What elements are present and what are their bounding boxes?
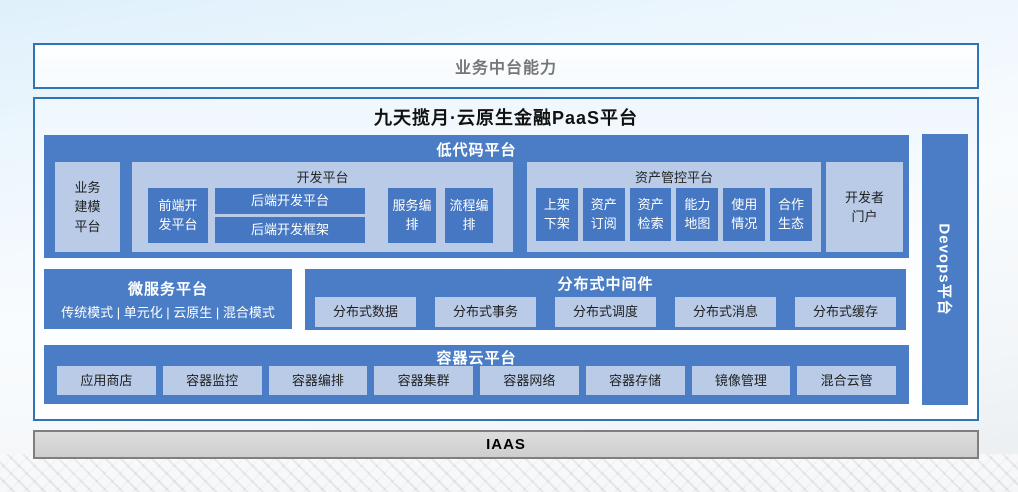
paas-platform-panel: 九天揽月·云原生金融PaaS平台 低代码平台 业务建模平台 开发平台 前端开发平… <box>33 97 979 421</box>
iaas-bar: IAAS <box>33 430 979 459</box>
architecture-diagram-canvas: 业务中台能力 九天揽月·云原生金融PaaS平台 低代码平台 业务建模平台 开发平… <box>0 0 1018 492</box>
asset-governance-panel: 资产管控平台 上架下架 资产订阅 资产检索 能力地图 使用情况 合作生态 <box>527 162 821 252</box>
business-midplatform-label: 业务中台能力 <box>455 54 557 78</box>
container-item-storage: 容器存储 <box>586 366 685 395</box>
dev-platform-title: 开发平台 <box>132 167 513 186</box>
container-item-monitoring: 容器监控 <box>163 366 262 395</box>
container-cloud-title: 容器云平台 <box>44 347 909 368</box>
container-item-cluster: 容器集群 <box>374 366 473 395</box>
container-cloud-items: 应用商店 容器监控 容器编排 容器集群 容器网络 容器存储 镜像管理 混合云管 <box>44 366 909 395</box>
business-midplatform-banner: 业务中台能力 <box>33 43 979 89</box>
container-item-orchestration: 容器编排 <box>269 366 368 395</box>
distributed-middleware-title: 分布式中间件 <box>305 273 906 294</box>
distributed-middleware-band: 分布式中间件 分布式数据 分布式事务 分布式调度 分布式消息 分布式缓存 <box>305 269 906 330</box>
container-item-image-mgmt: 镜像管理 <box>692 366 791 395</box>
backend-stack: 后端开发平台 后端开发框架 <box>215 188 365 243</box>
developer-portal-box: 开发者门户 <box>826 162 903 252</box>
container-item-hybrid-cloud: 混合云管 <box>797 366 896 395</box>
middleware-item-cache: 分布式缓存 <box>795 297 896 327</box>
backend-dev-framework-box: 后端开发框架 <box>215 217 365 243</box>
asset-governance-items: 上架下架 资产订阅 资产检索 能力地图 使用情况 合作生态 <box>527 188 821 241</box>
platform-title: 九天揽月·云原生金融PaaS平台 <box>35 104 977 130</box>
backend-dev-platform-box: 后端开发平台 <box>215 188 365 214</box>
lowcode-platform-band: 低代码平台 业务建模平台 开发平台 前端开发平台 后端开发平台 后端开发框架 服… <box>44 135 909 258</box>
lowcode-platform-title: 低代码平台 <box>44 139 909 160</box>
distributed-middleware-items: 分布式数据 分布式事务 分布式调度 分布式消息 分布式缓存 <box>305 297 906 327</box>
iaas-label: IAAS <box>486 436 526 453</box>
process-orchestration-box: 流程编排 <box>445 188 493 243</box>
container-item-network: 容器网络 <box>480 366 579 395</box>
microservice-platform-title: 微服务平台 <box>128 278 208 299</box>
asset-item-subscription: 资产订阅 <box>583 188 625 241</box>
frontend-dev-platform-box: 前端开发平台 <box>148 188 208 243</box>
asset-item-onboard-offboard: 上架下架 <box>536 188 578 241</box>
middleware-item-messaging: 分布式消息 <box>675 297 776 327</box>
service-orchestration-box: 服务编排 <box>388 188 436 243</box>
microservice-platform-modes: 传统模式 | 单元化 | 云原生 | 混合模式 <box>61 302 275 321</box>
background-texture <box>0 454 1018 492</box>
middleware-item-data: 分布式数据 <box>315 297 416 327</box>
asset-item-search: 资产检索 <box>630 188 672 241</box>
microservice-platform-box: 微服务平台 传统模式 | 单元化 | 云原生 | 混合模式 <box>44 269 292 329</box>
container-item-app-store: 应用商店 <box>57 366 156 395</box>
devops-platform-bar: Devops平台 <box>922 134 968 405</box>
middleware-item-transaction: 分布式事务 <box>435 297 536 327</box>
business-modeling-platform-box: 业务建模平台 <box>55 162 120 252</box>
container-cloud-band: 容器云平台 应用商店 容器监控 容器编排 容器集群 容器网络 容器存储 镜像管理… <box>44 345 909 404</box>
dev-platform-panel: 开发平台 前端开发平台 后端开发平台 后端开发框架 服务编排 流程编排 <box>132 162 513 252</box>
devops-platform-label: Devops平台 <box>935 223 956 315</box>
asset-governance-title: 资产管控平台 <box>527 167 821 186</box>
asset-item-ecosystem: 合作生态 <box>770 188 812 241</box>
middleware-item-scheduling: 分布式调度 <box>555 297 656 327</box>
asset-item-capability-map: 能力地图 <box>676 188 718 241</box>
asset-item-usage: 使用情况 <box>723 188 765 241</box>
